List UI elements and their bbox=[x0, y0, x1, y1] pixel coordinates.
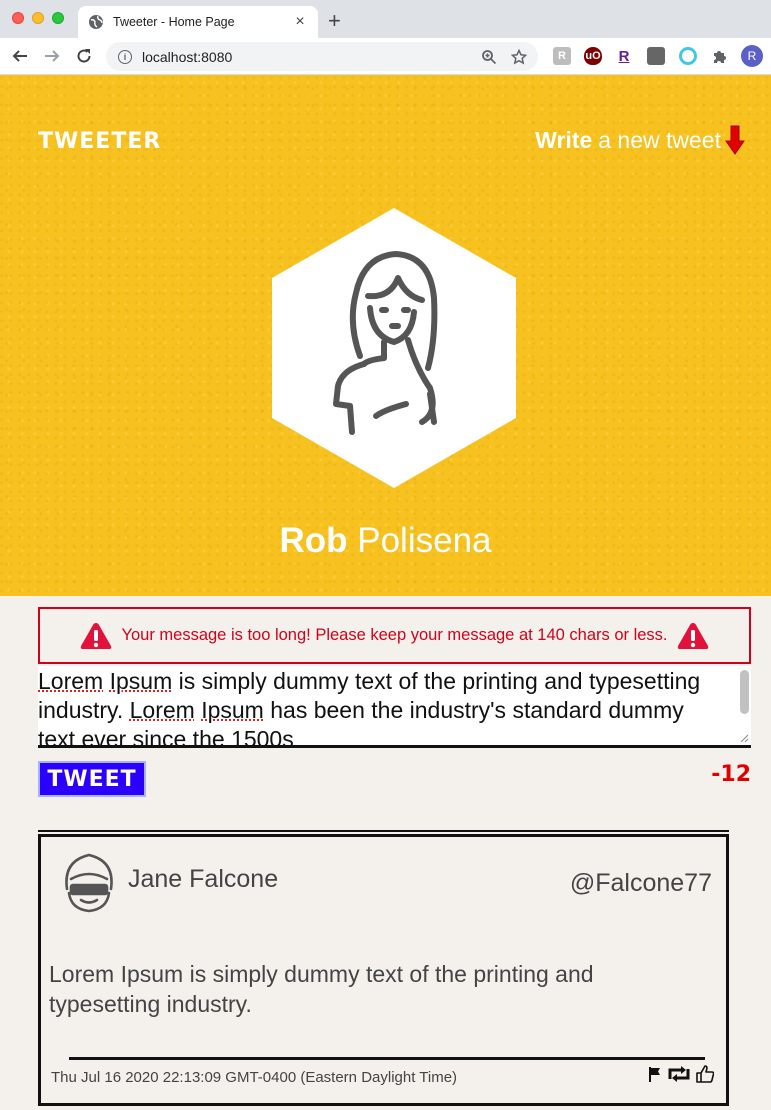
url-text[interactable]: localhost:8080 bbox=[142, 49, 468, 65]
extension-chart-icon[interactable] bbox=[647, 47, 665, 65]
warning-icon bbox=[677, 622, 708, 649]
site-info-icon[interactable]: i bbox=[118, 49, 132, 64]
error-banner: Your message is too long! Please keep yo… bbox=[38, 607, 751, 664]
extension-ring-icon[interactable] bbox=[679, 47, 697, 65]
tweet-textarea-text: Lorem Ipsum is simply dummy text of the … bbox=[38, 668, 701, 748]
window-close-button[interactable] bbox=[12, 12, 24, 24]
write-new-tweet-link[interactable]: Write a new tweet bbox=[535, 125, 745, 155]
misspelled-word: Ipsum bbox=[109, 668, 173, 694]
tweet-textarea[interactable]: Lorem Ipsum is simply dummy text of the … bbox=[38, 666, 751, 748]
tweet-list-divider bbox=[38, 830, 729, 832]
arrow-down-icon bbox=[725, 125, 745, 155]
tweet-handle: @Falcone77 bbox=[569, 869, 712, 897]
retweet-icon[interactable] bbox=[666, 1065, 692, 1083]
thumbs-up-icon[interactable] bbox=[696, 1065, 714, 1083]
extension-r-icon[interactable]: R bbox=[615, 47, 633, 65]
ublock-icon[interactable]: uO bbox=[584, 47, 602, 65]
misspelled-word: Lorem bbox=[38, 668, 104, 694]
profile-last-name: Polisena bbox=[357, 521, 492, 560]
tweet-body: Lorem Ipsum is simply dummy text of the … bbox=[49, 961, 594, 1017]
star-icon[interactable] bbox=[510, 48, 528, 66]
zoom-icon[interactable] bbox=[480, 48, 498, 66]
browser-toolbar: i localhost:8080 R uO R R bbox=[0, 38, 771, 75]
misspelled-word: Lorem bbox=[129, 697, 195, 723]
reload-icon bbox=[77, 49, 91, 63]
compose-label: a new tweet bbox=[598, 126, 721, 153]
back-button[interactable] bbox=[8, 44, 32, 68]
resize-handle-icon[interactable] bbox=[739, 733, 749, 743]
tweet-author: Jane Falcone bbox=[128, 865, 279, 893]
page-header: TWEETER Write a new tweet Rob Polisena bbox=[0, 75, 771, 596]
misspelled-word: Ipsum bbox=[201, 697, 264, 723]
character-counter: -12 bbox=[711, 762, 751, 787]
browser-tab[interactable]: Tweeter - Home Page × bbox=[78, 6, 318, 38]
tweet-submit-button[interactable]: TWEET bbox=[38, 761, 146, 797]
profile-avatar-hexagon bbox=[272, 208, 516, 488]
brand-logo[interactable]: TWEETER bbox=[38, 129, 161, 154]
tweet-actions bbox=[644, 1065, 714, 1083]
arrow-left-icon bbox=[12, 50, 27, 62]
puzzle-icon[interactable] bbox=[711, 47, 729, 65]
tab-close-icon[interactable]: × bbox=[292, 14, 308, 30]
globe-icon bbox=[89, 15, 103, 29]
window-minimize-button[interactable] bbox=[32, 12, 44, 24]
tab-title: Tweeter - Home Page bbox=[113, 15, 235, 29]
flag-icon[interactable] bbox=[648, 1066, 662, 1082]
tweet-timestamp: Thu Jul 16 2020 22:13:09 GMT-0400 (Easte… bbox=[51, 1069, 458, 1086]
window-maximize-button[interactable] bbox=[52, 12, 64, 24]
arrow-right-icon bbox=[45, 50, 60, 62]
profile-avatar[interactable]: R bbox=[741, 45, 763, 67]
profile-name: Rob Polisena bbox=[0, 521, 771, 561]
browser-tab-bar: Tweeter - Home Page × + bbox=[0, 0, 771, 38]
address-bar[interactable]: i localhost:8080 bbox=[106, 42, 538, 71]
forward-button[interactable] bbox=[40, 44, 64, 68]
extension-1-icon[interactable]: R bbox=[553, 47, 571, 65]
tweet-footer-divider bbox=[69, 1057, 705, 1060]
profile-first-name: Rob bbox=[279, 521, 348, 560]
new-tab-button[interactable]: + bbox=[328, 8, 341, 34]
tweet-card: Jane Falcone @Falcone77 Lorem Ipsum is s… bbox=[38, 834, 729, 1106]
textarea-scrollbar[interactable] bbox=[740, 670, 749, 714]
reload-button[interactable] bbox=[72, 44, 96, 68]
warning-icon bbox=[81, 622, 112, 649]
user-avatar-icon bbox=[65, 853, 113, 913]
compose-label-bold: Write bbox=[535, 126, 593, 153]
error-message: Your message is too long! Please keep yo… bbox=[121, 626, 668, 644]
